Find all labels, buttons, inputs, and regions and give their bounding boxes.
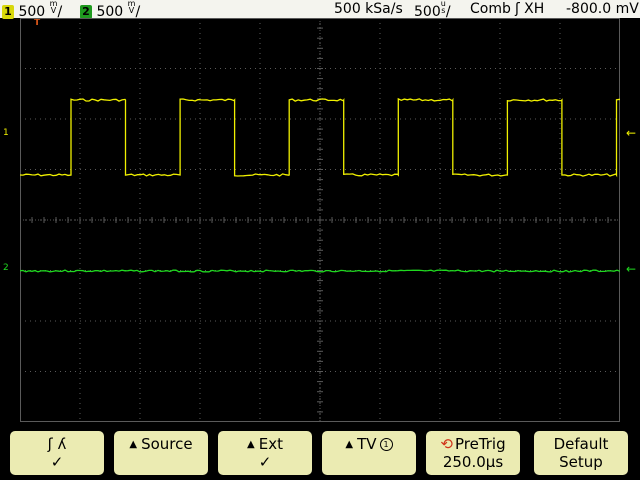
ch1-trigger-level-icon: ←	[625, 126, 636, 140]
rising-edge-icon: ʃ	[515, 1, 520, 17]
waveform-display	[20, 18, 620, 422]
menu-up-icon: ▲	[247, 439, 255, 450]
pretrig-value: 250.0µs	[442, 453, 504, 471]
default-label: Default	[553, 435, 609, 453]
menu-up-icon: ▲	[129, 439, 138, 450]
check-icon: ✓	[50, 453, 64, 471]
slope-icons: ʃ ʎ	[47, 435, 67, 453]
setup-label: Setup	[559, 453, 603, 471]
circled-one-icon: 1	[379, 438, 393, 451]
pretrig-softkey[interactable]: ⟲ PreTrig 250.0µs	[426, 431, 520, 475]
trigger-readout[interactable]: ʃ XH	[515, 0, 544, 18]
source-label: Source	[141, 435, 193, 453]
ext-label: Ext	[258, 435, 283, 453]
ch2-trigger-level-icon: ←	[625, 262, 636, 276]
tv-softkey[interactable]: ▲ TV 1	[322, 431, 416, 475]
tv-label: TV	[357, 435, 377, 453]
check-icon: ✓	[258, 453, 272, 471]
sample-rate: 500 kSa/s	[334, 1, 403, 17]
status-bar: 1 500 m V/ 2 500 m V/ 500 kSa/s 500 u s / Com…	[0, 0, 640, 20]
slope-softkey[interactable]: ʃ ʎ ✓	[10, 431, 104, 475]
ch1-waveform	[20, 97, 620, 178]
graticule	[20, 18, 620, 422]
ch1-badge: 1	[2, 5, 14, 19]
rotate-knob-icon: ⟲	[440, 435, 453, 453]
acquisition-mode: Comb	[470, 1, 511, 17]
default-setup-softkey[interactable]: Default Setup	[534, 431, 628, 475]
ch2-ground-marker[interactable]: 2	[3, 263, 9, 273]
ch1-ground-marker[interactable]: 1	[3, 128, 9, 138]
pretrig-label: PreTrig	[454, 435, 506, 453]
menu-up-icon: ▲	[345, 439, 354, 450]
trigger-level: -800.0 mV	[566, 1, 639, 17]
source-softkey[interactable]: ▲ Source	[114, 431, 208, 475]
softkey-bar: ʃ ʎ ✓ ▲ Source ▲ Ext ✓ ▲ TV 1 ⟲ PreTrig 250.0…	[0, 424, 640, 480]
trigger-source: XH	[524, 1, 545, 17]
ch2-badge: 2	[80, 5, 92, 19]
ext-softkey[interactable]: ▲ Ext ✓	[218, 431, 312, 475]
